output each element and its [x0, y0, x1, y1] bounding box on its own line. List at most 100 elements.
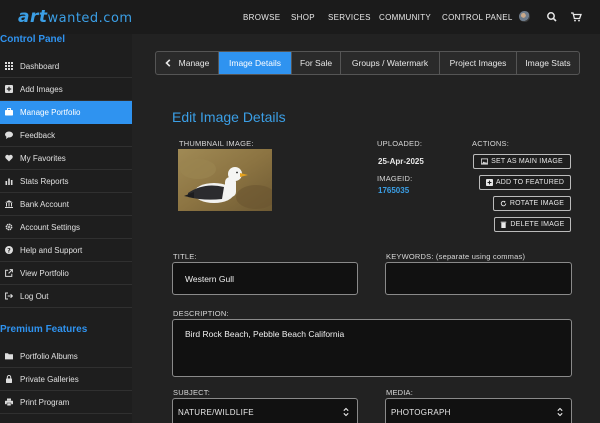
- subject-select[interactable]: NATURE/WILDLIFE: [172, 398, 358, 423]
- site-logo[interactable]: art wanted.com: [18, 7, 133, 27]
- subject-value: NATURE/WILDLIFE: [178, 407, 254, 417]
- add-to-featured-button[interactable]: ADD TO FEATURED: [479, 175, 571, 190]
- sidebar-item-label: Account Settings: [20, 222, 81, 232]
- media-label: MEDIA:: [386, 388, 414, 397]
- sidebar-item-label: Help and Support: [20, 245, 83, 255]
- sidebar: Control Panel Dashboard Add Images Manag…: [0, 34, 132, 423]
- print-icon: [5, 398, 13, 406]
- folder-icon: [5, 353, 13, 360]
- sidebar-item-portfolio-albums[interactable]: Portfolio Albums: [0, 345, 132, 368]
- actions-label: ACTIONS:: [472, 139, 510, 148]
- chevron-up-down-icon: [343, 407, 349, 417]
- chevron-left-icon: [164, 59, 170, 67]
- sidebar-item-bank-account[interactable]: Bank Account: [0, 193, 132, 216]
- heart-icon: [5, 154, 13, 162]
- sidebar-item-label: Portfolio Albums: [20, 351, 78, 361]
- tab-manage[interactable]: Manage: [156, 52, 219, 74]
- sidebar-item-label: View Portfolio: [20, 268, 69, 278]
- logo-art-text: art: [18, 7, 48, 27]
- tab-label: Groups / Watermark: [351, 58, 429, 68]
- sidebar-item-label: Print Program: [20, 397, 70, 407]
- sidebar-item-account-settings[interactable]: Account Settings: [0, 216, 132, 239]
- sidebar-item-label: Stats Reports: [20, 176, 69, 186]
- premium-features-title: Premium Features: [0, 324, 88, 335]
- bar-chart-icon: [5, 178, 13, 185]
- tab-label: Image Stats: [525, 58, 571, 68]
- tab-image-details[interactable]: Image Details: [219, 52, 292, 74]
- sidebar-item-dashboard[interactable]: Dashboard: [0, 55, 132, 78]
- media-value: PHOTOGRAPH: [391, 407, 451, 417]
- control-panel-title: Control Panel: [0, 34, 66, 45]
- sidebar-item-view-portfolio[interactable]: View Portfolio: [0, 262, 132, 285]
- sidebar-item-label: Add Images: [20, 84, 63, 94]
- sidebar-item-help-and-support[interactable]: ? Help and Support: [0, 239, 132, 262]
- description-textarea[interactable]: Bird Rock Beach, Pebble Beach California: [172, 319, 572, 377]
- button-label: ADD TO FEATURED: [495, 179, 565, 186]
- set-as-main-image-button[interactable]: SET AS MAIN IMAGE: [473, 154, 571, 169]
- uploaded-date: 25-Apr-2025: [378, 157, 424, 166]
- search-icon[interactable]: [546, 11, 558, 23]
- trash-icon: [501, 221, 507, 228]
- tab-groups-watermark[interactable]: Groups / Watermark: [341, 52, 440, 74]
- gear-icon: [5, 223, 13, 231]
- title-input[interactable]: Western Gull: [172, 262, 358, 295]
- sidebar-item-label: Private Galleries: [20, 374, 79, 384]
- top-bar: art wanted.com BROWSE SHOP SERVICES COMM…: [0, 0, 600, 34]
- button-label: DELETE IMAGE: [510, 221, 565, 228]
- imageid-value[interactable]: 1765035: [378, 186, 409, 195]
- sidebar-item-label: Log Out: [20, 291, 49, 301]
- external-link-icon: [5, 269, 13, 277]
- sidebar-item-stats-reports[interactable]: Stats Reports: [0, 170, 132, 193]
- sidebar-item-label: My Favorites: [20, 153, 66, 163]
- media-select[interactable]: PHOTOGRAPH: [385, 398, 572, 423]
- sidebar-item-private-galleries[interactable]: Private Galleries: [0, 368, 132, 391]
- chevron-up-down-icon: [557, 407, 563, 417]
- tab-project-images[interactable]: Project Images: [440, 52, 517, 74]
- plus-square-icon: [485, 179, 493, 186]
- rotate-icon: [500, 200, 507, 207]
- nav-browse[interactable]: BROWSE: [243, 13, 280, 22]
- uploaded-label: UPLOADED:: [377, 139, 423, 148]
- image-tabs: Manage Image Details For Sale Groups / W…: [155, 51, 580, 75]
- keywords-input[interactable]: [385, 262, 572, 295]
- briefcase-icon: [5, 108, 13, 116]
- tab-label: Project Images: [449, 58, 507, 68]
- nav-control-panel[interactable]: CONTROL PANEL: [442, 13, 513, 22]
- bank-icon: [5, 200, 13, 208]
- button-label: SET AS MAIN IMAGE: [491, 158, 563, 165]
- keywords-label: KEYWORDS: (separate using commas): [386, 252, 526, 261]
- lock-icon: [6, 375, 12, 383]
- sidebar-item-my-favorites[interactable]: My Favorites: [0, 147, 132, 170]
- tab-label: Manage: [178, 58, 210, 68]
- tab-label: For Sale: [299, 58, 333, 68]
- sidebar-item-feedback[interactable]: Feedback: [0, 124, 132, 147]
- sidebar-item-label: Dashboard: [20, 61, 60, 71]
- nav-shop[interactable]: SHOP: [291, 13, 315, 22]
- image-icon: [481, 158, 489, 165]
- description-label: DESCRIPTION:: [173, 309, 229, 318]
- sidebar-item-label: Manage Portfolio: [20, 107, 81, 117]
- sidebar-item-print-program[interactable]: Print Program: [0, 391, 132, 414]
- user-avatar[interactable]: [519, 11, 530, 22]
- imageid-label: IMAGEID:: [377, 174, 413, 183]
- sidebar-item-manage-portfolio[interactable]: Manage Portfolio: [0, 101, 132, 124]
- sidebar-item-label: Feedback: [20, 130, 56, 140]
- nav-community[interactable]: COMMUNITY: [379, 13, 431, 22]
- button-label: ROTATE IMAGE: [509, 200, 565, 207]
- tab-for-sale[interactable]: For Sale: [292, 52, 341, 74]
- nav-services[interactable]: SERVICES: [328, 13, 371, 22]
- logout-icon: [5, 292, 13, 300]
- title-label: TITLE:: [173, 252, 197, 261]
- sidebar-item-add-images[interactable]: Add Images: [0, 78, 132, 101]
- cart-icon[interactable]: [570, 11, 582, 23]
- thumbnail-label: THUMBNAIL IMAGE:: [179, 139, 254, 148]
- grid-icon: [5, 62, 13, 70]
- thumbnail-image[interactable]: [178, 149, 272, 211]
- sidebar-item-label: Bank Account: [20, 199, 69, 209]
- plus-square-icon: [5, 85, 13, 93]
- delete-image-button[interactable]: DELETE IMAGE: [494, 217, 571, 232]
- tab-image-stats[interactable]: Image Stats: [517, 52, 579, 74]
- page-title: Edit Image Details: [172, 109, 286, 125]
- rotate-image-button[interactable]: ROTATE IMAGE: [493, 196, 571, 211]
- sidebar-item-log-out[interactable]: Log Out: [0, 285, 132, 308]
